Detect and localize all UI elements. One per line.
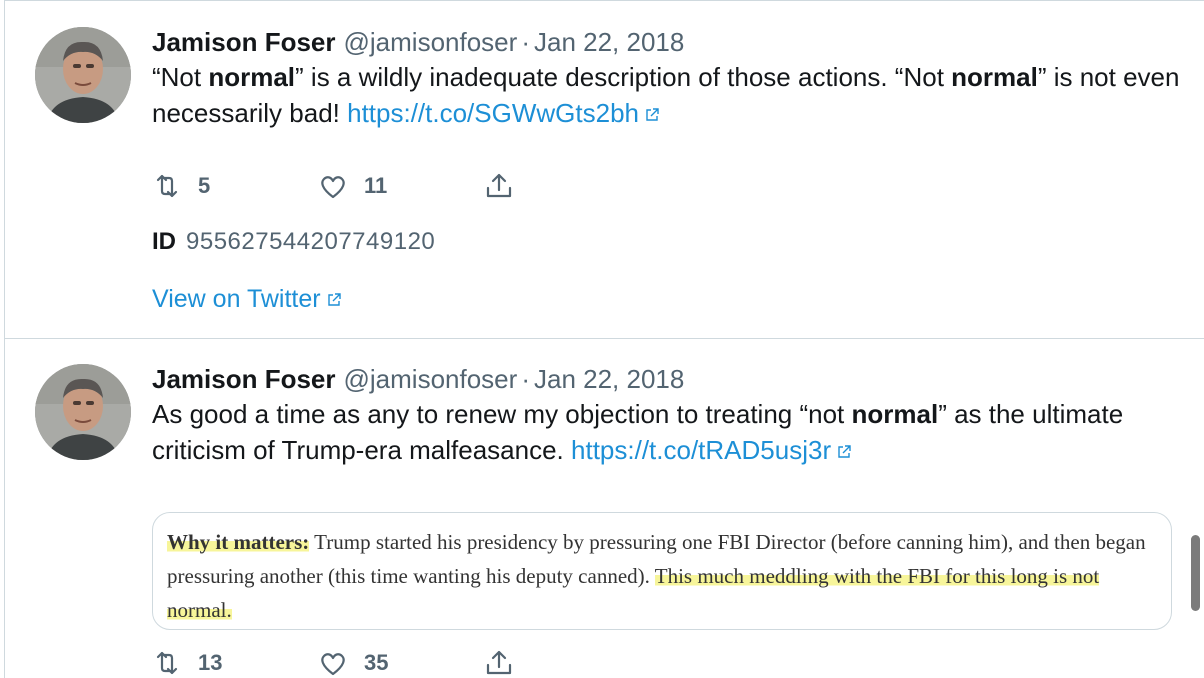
tweet-content: Jamison Foser @jamisonfoser · Jan 22, 2018 …	[152, 25, 1184, 313]
quoted-image-card[interactable]: Why it matters: Trump started his presid…	[152, 512, 1172, 630]
tweet-id: ID 955627544207749120	[152, 228, 435, 256]
tweet-id-label: ID	[152, 228, 176, 255]
external-link-icon	[836, 444, 852, 460]
share-icon	[486, 173, 512, 198]
external-link-icon	[644, 107, 660, 123]
tweet-text-bold: normal	[951, 62, 1038, 92]
tweet-card: Jamison Foser @jamisonfoser · Jan 22, 2018 …	[5, 338, 1204, 678]
like-button[interactable]: 11	[318, 171, 484, 201]
view-on-twitter-link[interactable]: View on Twitter	[152, 285, 342, 314]
like-count: 11	[364, 173, 388, 198]
separator-dot: ·	[521, 27, 530, 57]
quote-lead: Why it matters:	[167, 530, 310, 554]
retweet-button[interactable]: 5	[152, 171, 318, 201]
retweet-icon	[156, 651, 178, 675]
tweet-id-value: 955627544207749120	[186, 228, 436, 255]
author-name[interactable]: Jamison Foser	[152, 364, 336, 394]
tweet-header: Jamison Foser @jamisonfoser · Jan 22, 2018	[152, 25, 1184, 59]
tweet-actions: 13 35	[152, 647, 514, 678]
avatar[interactable]	[35, 364, 131, 460]
tweet-text-part: ” is a wildly inadequate description of …	[295, 62, 952, 92]
tweet-content: Jamison Foser @jamisonfoser · Jan 22, 2018 …	[152, 362, 1184, 676]
tweet-text-bold: normal	[208, 62, 296, 92]
retweet-button[interactable]: 13	[152, 648, 318, 678]
tweet-date[interactable]: Jan 22, 2018	[534, 27, 684, 57]
tweet-text: As good a time as any to renew my object…	[152, 396, 1184, 468]
avatar-photo	[35, 364, 131, 460]
retweet-icon	[156, 174, 178, 198]
heart-icon	[321, 653, 345, 676]
tweet-link[interactable]: https://t.co/tRAD5usj3r	[571, 435, 831, 465]
tweet-header: Jamison Foser @jamisonfoser · Jan 22, 2018	[152, 362, 1184, 396]
external-link-icon	[326, 292, 342, 308]
avatar[interactable]	[35, 27, 131, 123]
view-on-twitter-label: View on Twitter	[152, 285, 321, 313]
tweet-card: Jamison Foser @jamisonfoser · Jan 22, 2018 …	[5, 0, 1204, 339]
like-button[interactable]: 35	[318, 648, 484, 678]
like-count: 35	[364, 650, 389, 675]
avatar-photo	[35, 27, 131, 123]
tweet-actions: 5 11	[152, 170, 514, 202]
separator-dot: ·	[521, 364, 530, 394]
retweet-count: 13	[198, 650, 223, 675]
share-button[interactable]	[484, 171, 514, 201]
author-handle[interactable]: @jamisonfoser	[344, 27, 518, 57]
tweet-link[interactable]: https://t.co/SGWwGts2bh	[347, 98, 639, 128]
share-button[interactable]	[484, 648, 514, 678]
scrollbar-thumb[interactable]	[1191, 535, 1200, 611]
tweet-text-part: “Not	[152, 62, 209, 92]
tweet-text-bold: normal	[851, 399, 939, 429]
tweet-date[interactable]: Jan 22, 2018	[534, 364, 684, 394]
tweet-text: “Not normal” is a wildly inadequate desc…	[152, 59, 1184, 131]
author-handle[interactable]: @jamisonfoser	[344, 364, 518, 394]
author-name[interactable]: Jamison Foser	[152, 27, 336, 57]
tweet-text-part: As good a time as any to renew my object…	[152, 399, 852, 429]
retweet-count: 5	[198, 173, 211, 198]
share-icon	[486, 650, 512, 675]
heart-icon	[321, 176, 345, 199]
tweet-feed: Jamison Foser @jamisonfoser · Jan 22, 2018 …	[4, 0, 1204, 678]
